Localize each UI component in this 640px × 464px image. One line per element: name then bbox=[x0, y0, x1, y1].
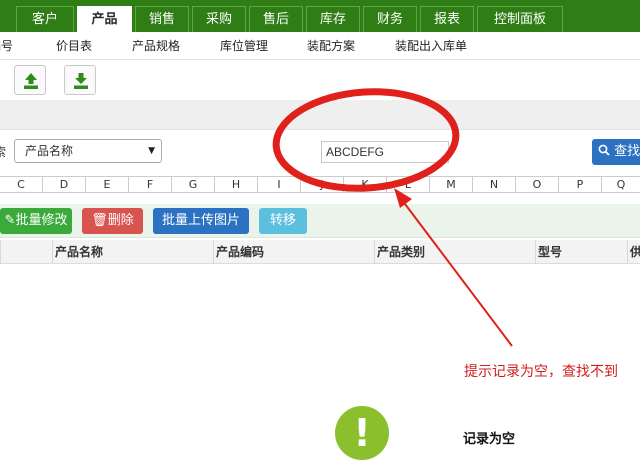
annotation-text: 提示记录为空，查找不到 bbox=[464, 364, 618, 380]
annotation-arrow-head bbox=[394, 188, 412, 208]
annotation-arrow-line bbox=[401, 199, 513, 347]
empty-record-dialog: ! 记录为空 bbox=[321, 402, 640, 464]
annotation-overlay bbox=[272, 88, 513, 347]
annotation-ellipse bbox=[272, 88, 460, 192]
dialog-message: 记录为空 bbox=[463, 432, 516, 447]
exclamation-icon: ! bbox=[335, 406, 389, 460]
